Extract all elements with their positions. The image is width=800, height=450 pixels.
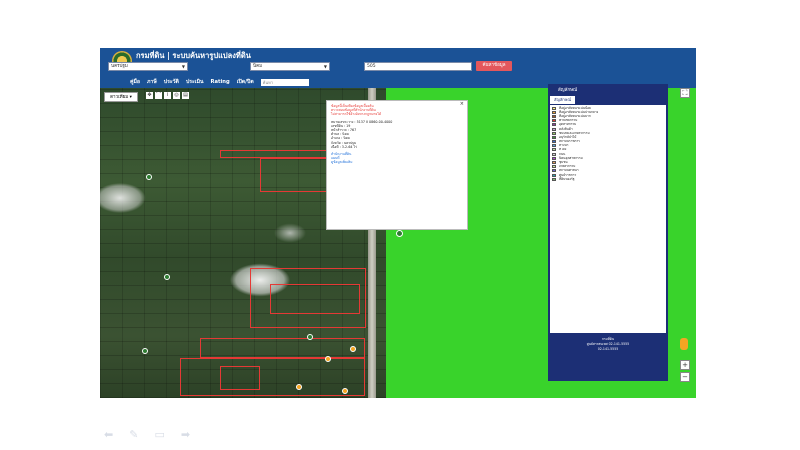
map-pin-icon[interactable] [164, 274, 170, 280]
app-window: กรมที่ดิน | ระบบค้นหารูปแปลงที่ดิน นครปฐ… [100, 48, 696, 398]
parcel-input[interactable]: 505 [364, 62, 472, 71]
chevron-down-icon: ▼ [323, 64, 327, 69]
app-title: กรมที่ดิน | ระบบค้นหารูปแปลงที่ดิน [136, 51, 251, 60]
map-pin-icon[interactable] [325, 356, 331, 362]
header-bar: กรมที่ดิน | ระบบค้นหารูปแปลงที่ดิน นครปฐ… [100, 48, 696, 76]
map-pin-icon[interactable] [307, 334, 313, 340]
locate-icon[interactable]: ◎ [173, 92, 180, 99]
parcel-boundary[interactable] [180, 358, 365, 396]
menu-item-tax[interactable]: ภาษี [147, 78, 157, 86]
comment-icon[interactable]: ▭ [154, 428, 164, 441]
zoom-in-button[interactable]: + [680, 360, 690, 370]
info-icon[interactable]: i [164, 92, 171, 99]
pan-icon[interactable]: ✥ [146, 92, 153, 99]
legend-swatch [552, 152, 556, 156]
legend-swatch [552, 127, 556, 131]
legend-item: ที่ดินของรัฐ [552, 177, 664, 181]
menu-item-manual[interactable]: คู่มือ [130, 78, 140, 86]
location-marker[interactable] [396, 230, 403, 237]
legend-swatch [552, 119, 556, 123]
menu-item-rating[interactable]: Rating [211, 79, 230, 85]
map-pin-icon[interactable] [142, 348, 148, 354]
parcel-boundary[interactable] [220, 366, 260, 390]
measure-icon[interactable]: ⌒ [155, 92, 162, 99]
menu-item-appraisal[interactable]: ประเมิน [186, 78, 204, 86]
legend-swatch [552, 173, 556, 177]
parcel-boundary[interactable] [200, 338, 365, 358]
legend-swatch [552, 148, 556, 152]
menu-item-toggle[interactable]: เปิด/ปิด [237, 78, 254, 86]
parcel-value: 505 [367, 64, 376, 69]
legend-panel: สัญลักษณ์ สัญลักษณ์ ที่อยู่อาศัยหนาแน่นน… [548, 84, 668, 381]
legend-swatch [552, 106, 556, 110]
footer-line: 02-141-5555 [597, 347, 619, 352]
district-select[interactable]: นิคม ▼ [250, 62, 330, 71]
legend-title: สัญลักษณ์ [558, 88, 578, 93]
forward-arrow-icon[interactable]: ➡ [181, 428, 190, 441]
legend-swatch [552, 161, 556, 165]
street-view-icon[interactable] [680, 338, 688, 350]
bottom-toolbar: ⬅ ✎ ▭ ➡ [104, 428, 190, 441]
basemap-label: ดาวเทียม [110, 95, 129, 100]
print-icon[interactable]: ▤ [182, 92, 189, 99]
basemap-switch[interactable]: ดาวเทียม ▾ [104, 92, 138, 102]
map-pin-icon[interactable] [342, 388, 348, 394]
menu-item-history[interactable]: ประวัติ [164, 78, 179, 86]
back-arrow-icon[interactable]: ⬅ [104, 428, 113, 441]
map-pin-icon[interactable] [350, 346, 356, 352]
province-value: นครปฐม [111, 64, 128, 69]
search-button[interactable]: ค้นหาข้อมูล [476, 61, 512, 71]
legend-swatch [552, 123, 556, 127]
legend-footer: กรมที่ดิน ศูนย์สารสนเทศ 02-141-5555 02-1… [550, 333, 666, 353]
legend-swatch [552, 144, 556, 148]
map-toolbar: ✥ ⌒ i ◎ ▤ [146, 92, 189, 100]
fullscreen-icon[interactable]: ⛶ [680, 88, 690, 98]
parcel-info-popup: × ข้อมูลนี้เป็นเพียงข้อมูลเบื้องต้น ตรวจ… [326, 100, 468, 230]
legend-swatch [552, 140, 556, 144]
legend-swatch [552, 177, 556, 181]
pencil-icon[interactable]: ✎ [129, 428, 138, 441]
map-pin-icon[interactable] [296, 384, 302, 390]
close-icon[interactable]: × [460, 101, 464, 106]
legend-swatch [552, 110, 556, 114]
legend-label: ที่ดินของรัฐ [559, 177, 575, 181]
parcel-boundary[interactable] [270, 284, 360, 314]
legend-tabs: สัญลักษณ์ [550, 96, 666, 104]
map-pin-icon[interactable] [146, 174, 152, 180]
district-value: นิคม [253, 64, 263, 69]
menu-search-input[interactable]: ค้นหา [260, 78, 309, 86]
legend-swatch [552, 165, 556, 169]
legend-swatch [552, 156, 556, 160]
province-select[interactable]: นครปฐม ▼ [108, 62, 188, 71]
legend-list: ที่อยู่อาศัยหนาแน่นน้อย ที่อยู่อาศัยหนาแน… [550, 105, 666, 333]
legend-swatch [552, 169, 556, 173]
legend-swatch [552, 135, 556, 139]
legend-swatch [552, 131, 556, 135]
zoom-out-button[interactable]: − [680, 372, 690, 382]
chevron-down-icon: ▼ [181, 64, 185, 69]
tab-legend[interactable]: สัญลักษณ์ [550, 96, 576, 104]
legend-swatch [552, 114, 556, 118]
popup-link[interactable]: ดูข้อมูลเพิ่มเติม [331, 160, 463, 164]
